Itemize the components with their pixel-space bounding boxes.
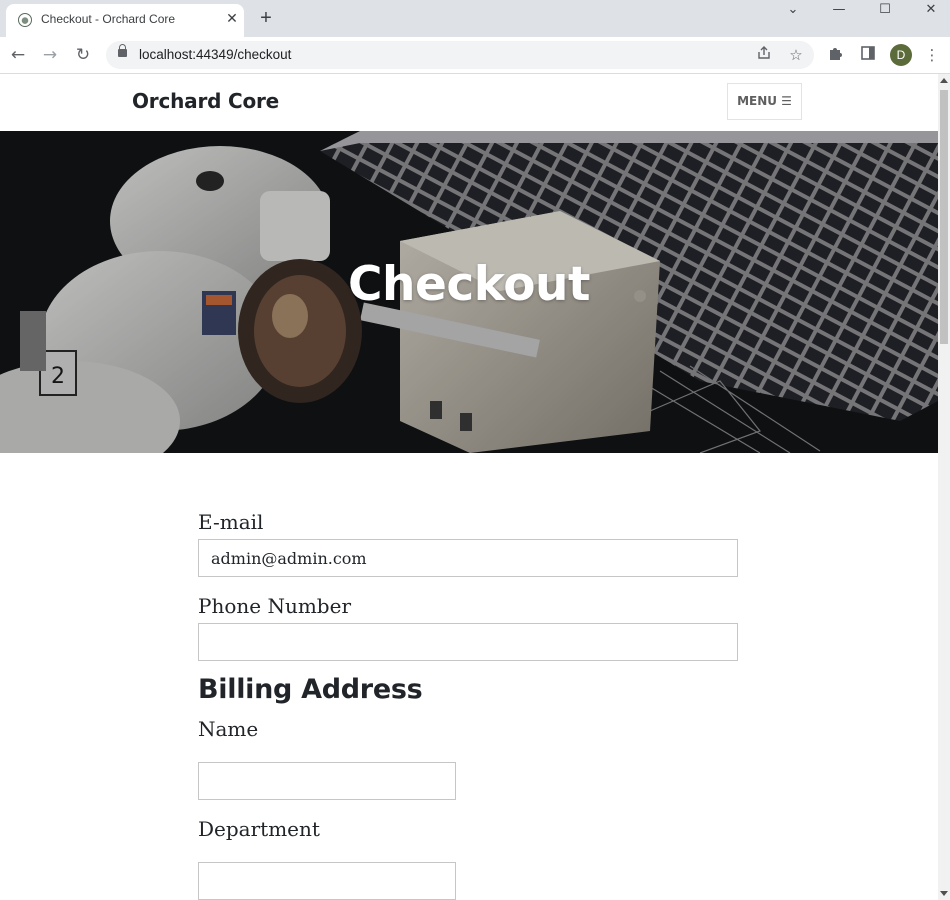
- back-arrow-icon[interactable]: ←: [6, 43, 30, 67]
- tab-title: Checkout - Orchard Core: [41, 12, 176, 26]
- url-text[interactable]: localhost:44349/checkout: [139, 47, 291, 62]
- site-brand-link[interactable]: Orchard Core: [132, 89, 279, 113]
- site-navbar: Orchard Core MENU ☰: [0, 74, 938, 131]
- hero-banner: 2 Checkout: [0, 131, 938, 453]
- orchard-favicon-icon: [18, 13, 32, 27]
- browser-menu-icon[interactable]: ⋮: [922, 45, 942, 65]
- scroll-up-arrow-icon[interactable]: [940, 78, 948, 83]
- side-panel-icon[interactable]: [858, 45, 878, 65]
- name-label: Name: [198, 717, 259, 741]
- department-field[interactable]: [198, 862, 456, 900]
- tab-close-icon[interactable]: ✕: [224, 11, 240, 27]
- department-label: Department: [198, 817, 320, 841]
- active-tab[interactable]: Checkout - Orchard Core ✕: [6, 4, 244, 37]
- bookmark-star-icon[interactable]: ☆: [786, 45, 806, 65]
- reload-icon[interactable]: ↻: [71, 43, 95, 67]
- page-scrollbar[interactable]: [938, 74, 950, 900]
- name-field[interactable]: [198, 762, 456, 800]
- scroll-down-arrow-icon[interactable]: [940, 891, 948, 896]
- browser-toolbar: ← → ↻ localhost:44349/checkout ☆ D ⋮: [0, 37, 950, 74]
- menu-toggle-button[interactable]: MENU ☰: [727, 83, 802, 120]
- browser-tab-strip: Checkout - Orchard Core ✕ + ⌄ — ☐ ✕: [0, 0, 950, 37]
- email-label: E-mail: [198, 510, 264, 534]
- email-field[interactable]: [198, 539, 738, 577]
- lock-icon[interactable]: [118, 44, 127, 57]
- minimize-button[interactable]: —: [816, 0, 862, 20]
- scrollbar-thumb[interactable]: [940, 90, 948, 344]
- billing-address-heading: Billing Address: [198, 674, 423, 705]
- window-close-button[interactable]: ✕: [908, 0, 950, 20]
- profile-avatar[interactable]: D: [890, 44, 912, 66]
- address-bar[interactable]: localhost:44349/checkout ☆: [106, 41, 814, 69]
- new-tab-button[interactable]: +: [256, 8, 276, 28]
- forward-arrow-icon[interactable]: →: [38, 43, 62, 67]
- tab-search-icon[interactable]: ⌄: [770, 0, 816, 20]
- phone-field[interactable]: [198, 623, 738, 661]
- page-viewport: Orchard Core MENU ☰ 2 Checkout E-mail ad…: [0, 74, 938, 900]
- page-title: Checkout: [348, 257, 590, 312]
- share-icon[interactable]: [754, 45, 774, 65]
- phone-label: Phone Number: [198, 594, 351, 618]
- extensions-puzzle-icon[interactable]: [826, 45, 846, 65]
- maximize-button[interactable]: ☐: [862, 0, 908, 20]
